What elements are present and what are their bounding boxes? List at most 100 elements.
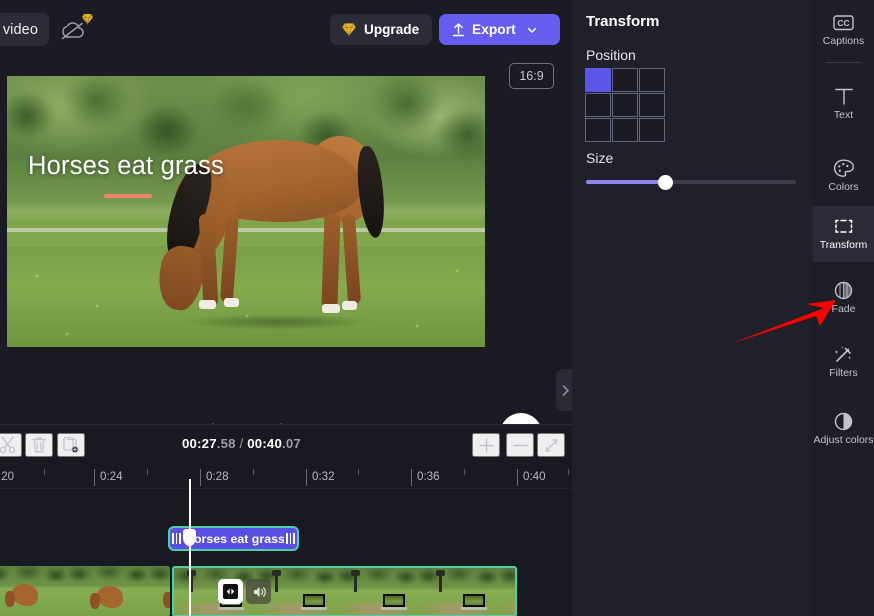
upgrade-button[interactable]: Upgrade	[330, 14, 432, 45]
position-cell-middle-left[interactable]	[585, 93, 611, 117]
position-cell-top-center[interactable]	[612, 68, 638, 92]
position-cell-bottom-left[interactable]	[585, 118, 611, 142]
aspect-ratio-value: 16:9	[519, 69, 543, 83]
position-cell-middle-center[interactable]	[612, 93, 638, 117]
rail-item-text[interactable]: Text	[813, 76, 874, 132]
rail-label-fade: Fade	[832, 304, 856, 316]
ruler-label: 0:32	[312, 470, 335, 483]
total-time-frames: .07	[282, 436, 301, 451]
video-track	[0, 566, 572, 616]
properties-panel: Transform Position Size	[572, 0, 813, 616]
speaker-icon	[251, 584, 267, 600]
timeline-panel: 00:27.58 / 00:40.07	[0, 424, 572, 616]
aspect-ratio-badge[interactable]: 16:9	[509, 63, 554, 89]
rail-label-adjust-colors: Adjust colors	[813, 435, 873, 447]
tool-rail: CC Captions Text Colors	[813, 0, 874, 616]
size-slider-thumb[interactable]	[658, 175, 673, 190]
ruler-label: 0:24	[100, 470, 123, 483]
timecode-separator: /	[236, 436, 248, 451]
position-cell-bottom-center[interactable]	[612, 118, 638, 142]
position-label: Position	[586, 47, 636, 63]
palette-icon	[832, 158, 855, 179]
magic-wand-icon	[832, 344, 855, 365]
ruler-label: 0:28	[206, 470, 229, 483]
top-bar: video Upgrade	[0, 0, 572, 58]
position-grid	[585, 68, 665, 142]
overlay-underline	[104, 194, 152, 198]
cloud-sync-status[interactable]	[59, 13, 93, 43]
video-preview-canvas[interactable]: Horses eat grass	[7, 76, 485, 347]
playhead-line	[189, 479, 191, 616]
current-time: 00:27	[182, 436, 217, 451]
duplicate-button[interactable]	[57, 433, 85, 457]
size-label: Size	[586, 150, 613, 166]
rail-item-captions[interactable]: CC Captions	[813, 2, 874, 58]
video-clip-1[interactable]	[0, 566, 170, 616]
rail-label-colors: Colors	[828, 182, 858, 194]
plus-icon	[477, 436, 496, 455]
split-button[interactable]	[0, 433, 22, 457]
contrast-icon	[832, 411, 855, 432]
rail-label-text: Text	[834, 110, 853, 122]
chevron-right-icon	[561, 384, 570, 397]
timeline-toolbar: 00:27.58 / 00:40.07	[0, 425, 572, 463]
rail-item-transform[interactable]: Transform	[813, 206, 874, 262]
rail-label-captions: Captions	[823, 36, 864, 48]
svg-text:CC: CC	[837, 18, 849, 28]
horse-subject	[127, 118, 417, 338]
rail-label-filters: Filters	[829, 368, 858, 380]
editor-column: video Upgrade	[0, 0, 572, 616]
clip-trim-handle-left[interactable]	[170, 528, 183, 549]
rail-divider	[826, 62, 861, 63]
timeline-ruler[interactable]: :20 0:24 0:28 0:32 0:36 0:40	[0, 463, 572, 489]
position-cell-bottom-right[interactable]	[639, 118, 665, 142]
zoom-out-button[interactable]	[506, 433, 534, 457]
total-time: 00:40	[247, 436, 282, 451]
transition-badge[interactable]	[218, 579, 243, 604]
preview-stage: 16:9	[0, 58, 572, 413]
audio-badge[interactable]	[246, 579, 271, 604]
fit-to-screen-button[interactable]	[537, 433, 565, 457]
clip-trim-handle-right[interactable]	[284, 528, 297, 549]
duplicate-icon	[61, 435, 81, 455]
size-slider-fill	[586, 180, 666, 184]
size-slider[interactable]	[586, 173, 796, 191]
minus-icon	[511, 436, 530, 455]
export-label: Export	[472, 22, 516, 37]
position-cell-top-right[interactable]	[639, 68, 665, 92]
delete-button[interactable]	[25, 433, 53, 457]
closed-captions-icon: CC	[832, 13, 855, 33]
chevron-down-icon	[526, 24, 538, 36]
transition-icon	[222, 583, 239, 600]
current-time-frames: .58	[217, 436, 236, 451]
export-button[interactable]: Export	[439, 14, 560, 45]
upgrade-label: Upgrade	[364, 22, 419, 37]
project-name-chip[interactable]: video	[0, 13, 49, 46]
ruler-label: 0:36	[417, 470, 440, 483]
diamond-icon	[81, 13, 94, 25]
overlay-title-text[interactable]: Horses eat grass	[28, 152, 224, 181]
timeline-tracks: Horses eat grass	[0, 489, 572, 616]
position-cell-top-left[interactable]	[585, 68, 611, 92]
ruler-label: 0:40	[523, 470, 546, 483]
zoom-in-button[interactable]	[472, 433, 500, 457]
transform-icon	[832, 216, 855, 237]
trash-icon	[29, 435, 49, 455]
text-clip-label: Horses eat grass	[183, 532, 284, 546]
fit-to-screen-icon	[542, 436, 561, 455]
ruler-label: :20	[0, 470, 14, 483]
clipchamp-video-editor: video Upgrade	[0, 0, 874, 616]
rail-item-fade[interactable]: Fade	[813, 270, 874, 326]
text-icon	[833, 86, 855, 107]
project-name-text: video	[3, 22, 38, 38]
scissors-icon	[0, 435, 18, 455]
fade-icon	[832, 280, 855, 301]
rail-item-filters[interactable]: Filters	[813, 334, 874, 390]
rail-item-colors[interactable]: Colors	[813, 148, 874, 204]
diamond-icon	[341, 22, 357, 37]
properties-title: Transform	[586, 13, 659, 30]
timecode-display: 00:27.58 / 00:40.07	[182, 436, 301, 451]
position-cell-middle-right[interactable]	[639, 93, 665, 117]
rail-item-adjust-colors[interactable]: Adjust colors	[813, 396, 874, 462]
upload-icon	[451, 22, 466, 38]
